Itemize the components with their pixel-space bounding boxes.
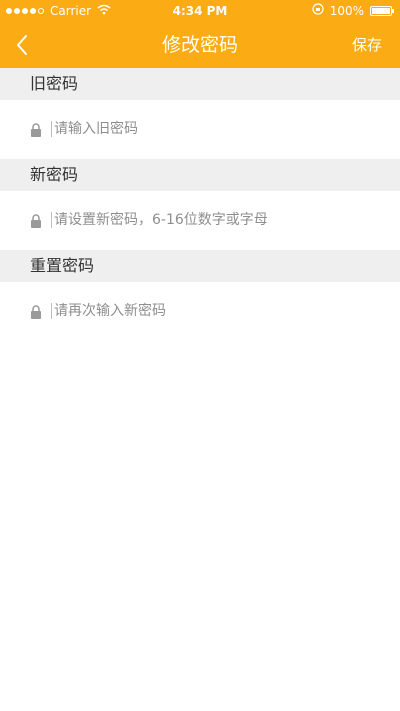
save-button[interactable]: 保存 bbox=[352, 22, 382, 68]
battery-icon bbox=[370, 6, 394, 16]
orientation-lock-icon bbox=[312, 0, 324, 22]
confirm-password-input[interactable] bbox=[54, 298, 384, 324]
lock-icon bbox=[31, 123, 41, 137]
lock-icon bbox=[31, 214, 41, 228]
section-header-old-password: 旧密码 bbox=[0, 68, 400, 100]
status-bar-right: 100% bbox=[312, 0, 394, 22]
old-password-row[interactable] bbox=[0, 100, 400, 159]
section-header-new-password: 新密码 bbox=[0, 159, 400, 191]
text-cursor bbox=[51, 212, 52, 228]
confirm-password-row[interactable] bbox=[0, 282, 400, 341]
text-cursor bbox=[51, 121, 52, 137]
old-password-input[interactable] bbox=[54, 116, 384, 142]
page-title: 修改密码 bbox=[161, 34, 238, 56]
battery-percent: 100% bbox=[329, 4, 364, 18]
status-bar: Carrier 4:34 PM 100% bbox=[0, 0, 400, 22]
section-header-confirm-password: 重置密码 bbox=[0, 250, 400, 282]
navigation-bar: 修改密码 保存 bbox=[0, 22, 400, 68]
new-password-input[interactable] bbox=[54, 207, 384, 233]
lock-icon bbox=[31, 305, 41, 319]
new-password-row[interactable] bbox=[0, 191, 400, 250]
text-cursor bbox=[51, 303, 52, 319]
top-bar: Carrier 4:34 PM 100% 修改密码 保存 bbox=[0, 0, 400, 68]
